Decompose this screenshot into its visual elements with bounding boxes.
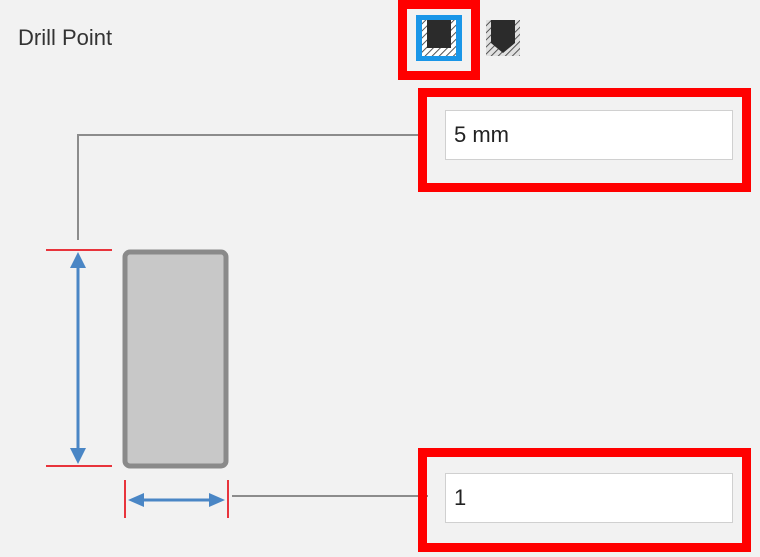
depth-arrow-bottom [70, 448, 86, 464]
depth-leader-line [77, 134, 425, 240]
drill-point-panel: Drill Point [0, 0, 760, 557]
width-input[interactable] [445, 473, 733, 523]
hole-shape [122, 249, 229, 469]
depth-input[interactable] [445, 110, 733, 160]
width-arrow-right [209, 493, 225, 507]
depth-arrow-top [70, 252, 86, 268]
width-arrow-left [128, 493, 144, 507]
